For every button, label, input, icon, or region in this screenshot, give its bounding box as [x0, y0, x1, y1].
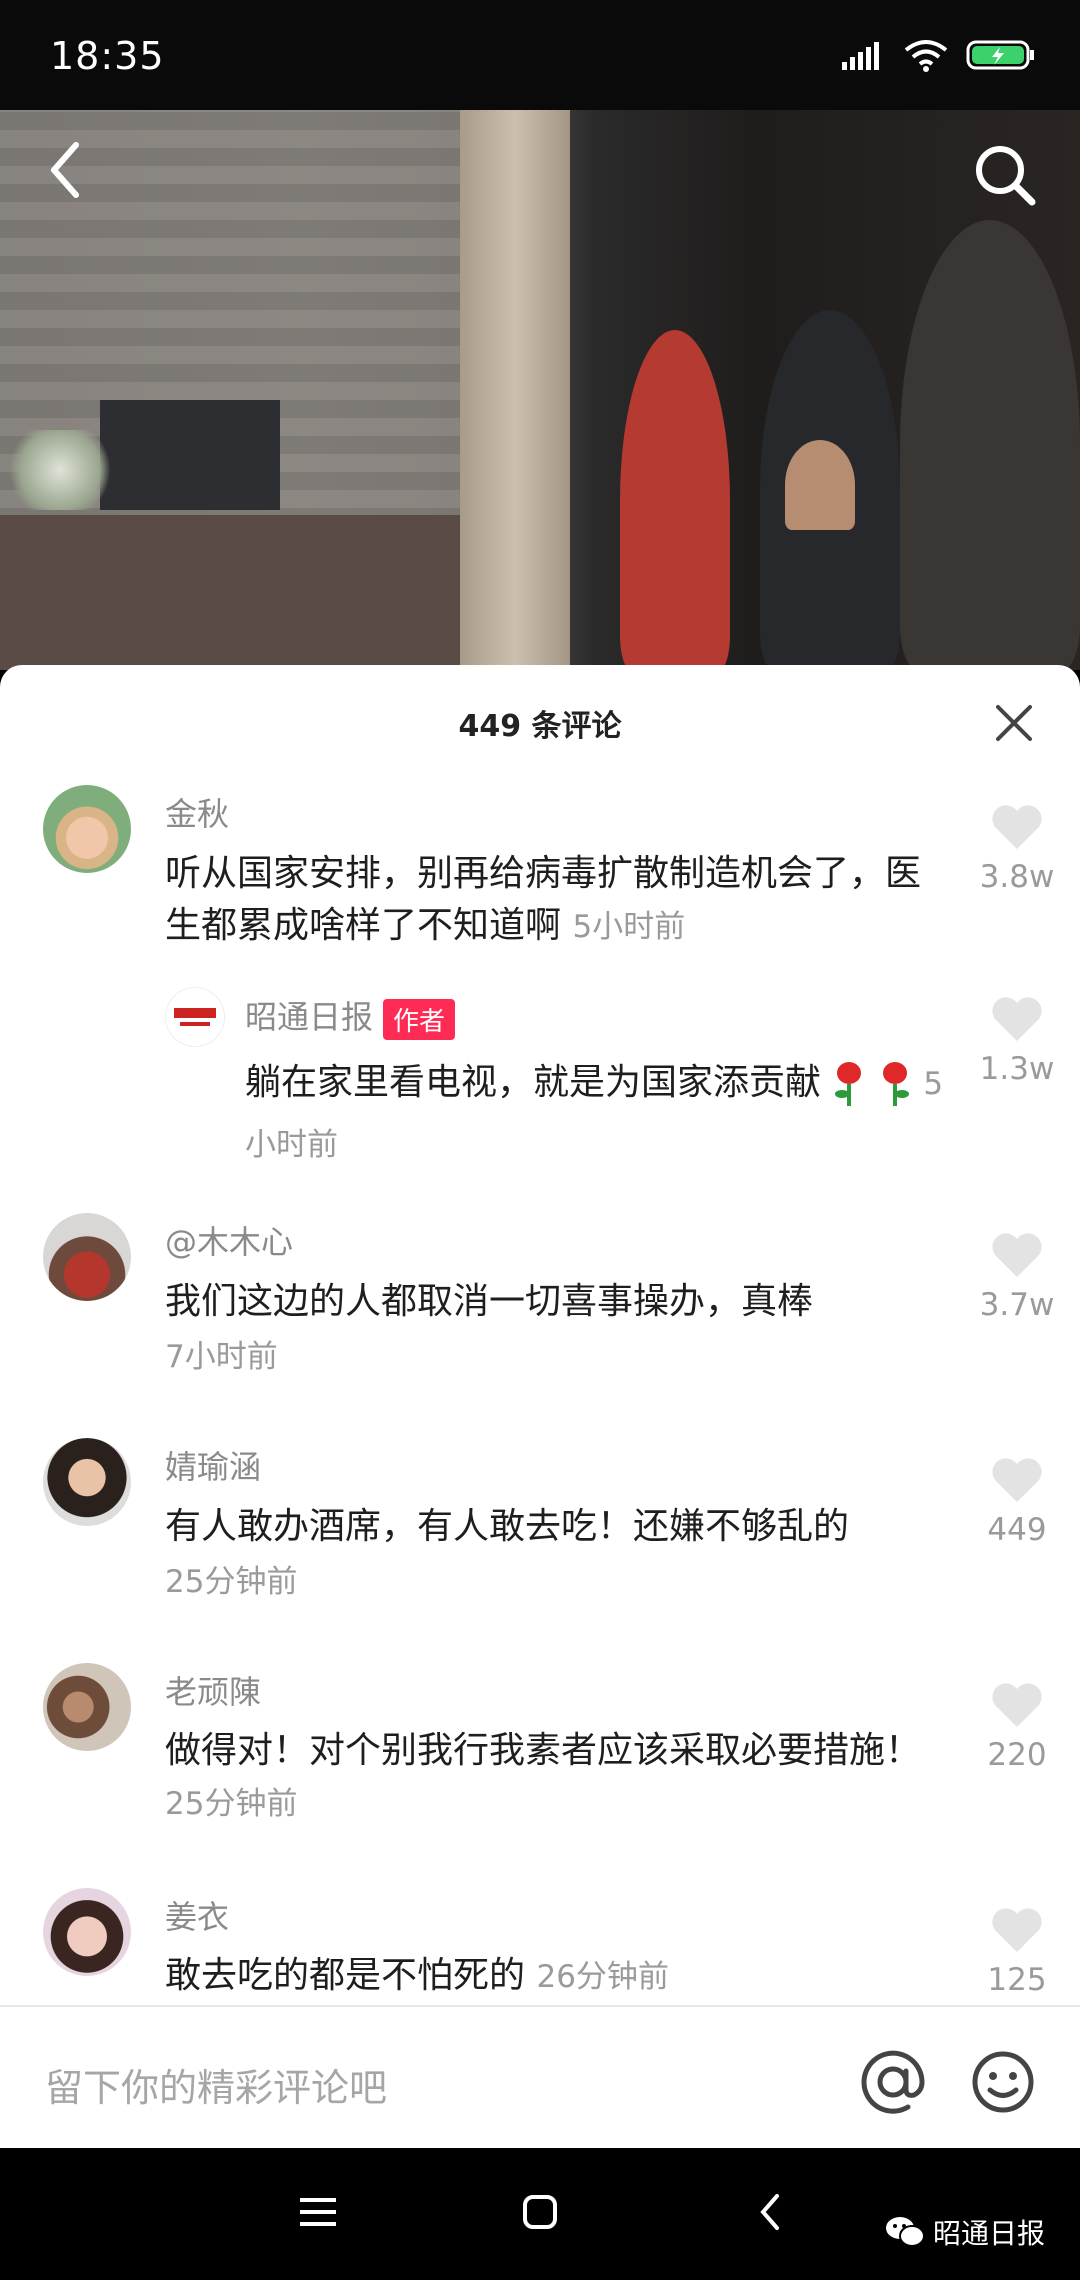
video-person — [900, 220, 1080, 670]
search-icon[interactable] — [970, 140, 1040, 210]
like-button[interactable]: 3.7w — [972, 1233, 1062, 1323]
heart-icon[interactable] — [991, 1908, 1043, 1954]
comment-text: 有人敢办酒席，有人敢去吃！还嫌不够乱的 25分钟前 — [165, 1500, 945, 1609]
rose-icon — [882, 1062, 909, 1106]
comment-text: 我们这边的人都取消一切喜事操办，真棒 7小时前 — [165, 1275, 945, 1384]
video-window — [100, 400, 280, 510]
nav-back-icon[interactable] — [755, 2192, 785, 2232]
like-button[interactable]: 1.3w — [972, 997, 1062, 1087]
like-button[interactable]: 3.8w — [972, 805, 1062, 895]
comment-text: 做得对！对个别我行我素者应该采取必要措施！ 25分钟前 — [165, 1725, 945, 1830]
comment-author[interactable]: 姜衣 — [165, 1892, 229, 1938]
back-icon[interactable] — [40, 135, 90, 205]
video-plants — [0, 430, 120, 510]
comment-author[interactable]: @木木心 — [165, 1217, 293, 1263]
comment-text: 听从国家安排，别再给病毒扩散制造机会了，医生都累成啥样了不知道啊 5小时前 — [165, 848, 945, 953]
at-mention-icon[interactable] — [860, 2049, 926, 2115]
comment-sheet: 449 条评论 金秋 听从国家安排，别再给病毒扩散制造机会了，医生都累成啥样了不… — [0, 665, 1080, 2005]
comment-input-bar[interactable]: 留下你的精彩评论吧 — [0, 2005, 1080, 2150]
comment-time: 25分钟前 — [165, 1786, 298, 1822]
like-count: 1.3w — [979, 1051, 1055, 1087]
wifi-icon — [904, 40, 948, 72]
battery-icon — [966, 40, 1034, 70]
like-count: 3.8w — [979, 859, 1055, 895]
wechat-icon — [886, 2217, 925, 2247]
like-button[interactable]: 449 — [972, 1458, 1062, 1548]
rose-icon — [835, 1062, 862, 1106]
heart-icon[interactable] — [991, 1458, 1043, 1504]
comment-text: 躺在家里看电视，就是为国家添贡献 5小时前 — [245, 1053, 945, 1175]
heart-icon[interactable] — [991, 997, 1043, 1043]
comment-count-title: 449 条评论 — [458, 709, 622, 744]
emoji-icon[interactable] — [970, 2049, 1036, 2115]
comment-author: 昭通日报 作者 — [245, 992, 456, 1040]
like-button[interactable]: 125 — [972, 1908, 1062, 1998]
signal-icon — [842, 42, 879, 70]
author-badge: 作者 — [383, 998, 456, 1040]
heart-icon[interactable] — [991, 1233, 1043, 1279]
heart-icon[interactable] — [991, 1683, 1043, 1729]
like-count: 220 — [987, 1737, 1047, 1773]
video-player[interactable] — [0, 110, 1080, 670]
avatar[interactable] — [43, 1663, 131, 1751]
status-time: 18:35 — [50, 34, 165, 78]
video-person — [785, 440, 855, 530]
comment-author[interactable]: 金秋 — [165, 789, 229, 835]
status-icons — [842, 38, 1036, 72]
watermark-text: 昭通日报 — [933, 2217, 1046, 2250]
newspaper-logo-icon — [174, 1008, 216, 1026]
reply-author-name[interactable]: 昭通日报 — [245, 998, 373, 1036]
avatar[interactable] — [165, 987, 225, 1047]
avatar[interactable] — [43, 1213, 131, 1301]
video-person — [620, 330, 730, 670]
like-count: 449 — [987, 1512, 1047, 1548]
comment-body: 躺在家里看电视，就是为国家添贡献 — [245, 1062, 822, 1103]
comment-body: 敢去吃的都是不怕死的 — [165, 1955, 526, 1996]
like-count: 3.7w — [979, 1287, 1055, 1323]
watermark: 昭通日报 — [885, 2212, 1045, 2252]
home-icon[interactable] — [522, 2194, 558, 2230]
comment-body: 做得对！对个别我行我素者应该采取必要措施！ — [165, 1730, 922, 1771]
comment-input[interactable]: 留下你的精彩评论吧 — [45, 2057, 387, 2112]
avatar[interactable] — [43, 785, 131, 873]
like-count: 125 — [987, 1962, 1047, 1998]
avatar[interactable] — [43, 1438, 131, 1526]
comment-time: 5小时前 — [572, 909, 686, 945]
comment-author[interactable]: 老顽陳 — [165, 1667, 261, 1713]
avatar[interactable] — [43, 1888, 131, 1976]
comment-author[interactable]: 婧瑜涵 — [165, 1442, 261, 1488]
like-button[interactable]: 220 — [972, 1683, 1062, 1773]
close-icon[interactable] — [992, 701, 1036, 745]
comment-time: 7小时前 — [165, 1339, 278, 1375]
menu-icon[interactable] — [300, 2196, 336, 2228]
video-pillar — [460, 110, 570, 670]
comment-time: 26分钟前 — [536, 1959, 669, 1995]
comment-body: 听从国家安排，别再给病毒扩散制造机会了，医生都累成啥样了不知道啊 — [165, 853, 922, 946]
comment-time: 25分钟前 — [165, 1564, 298, 1600]
comment-body: 有人敢办酒席，有人敢去吃！还嫌不够乱的 — [165, 1506, 850, 1547]
comment-text: 敢去吃的都是不怕死的 26分钟前 — [165, 1950, 945, 2003]
status-bar: 18:35 — [0, 0, 1080, 110]
heart-icon[interactable] — [991, 805, 1043, 851]
comment-body: 我们这边的人都取消一切喜事操办，真棒 — [165, 1281, 814, 1322]
